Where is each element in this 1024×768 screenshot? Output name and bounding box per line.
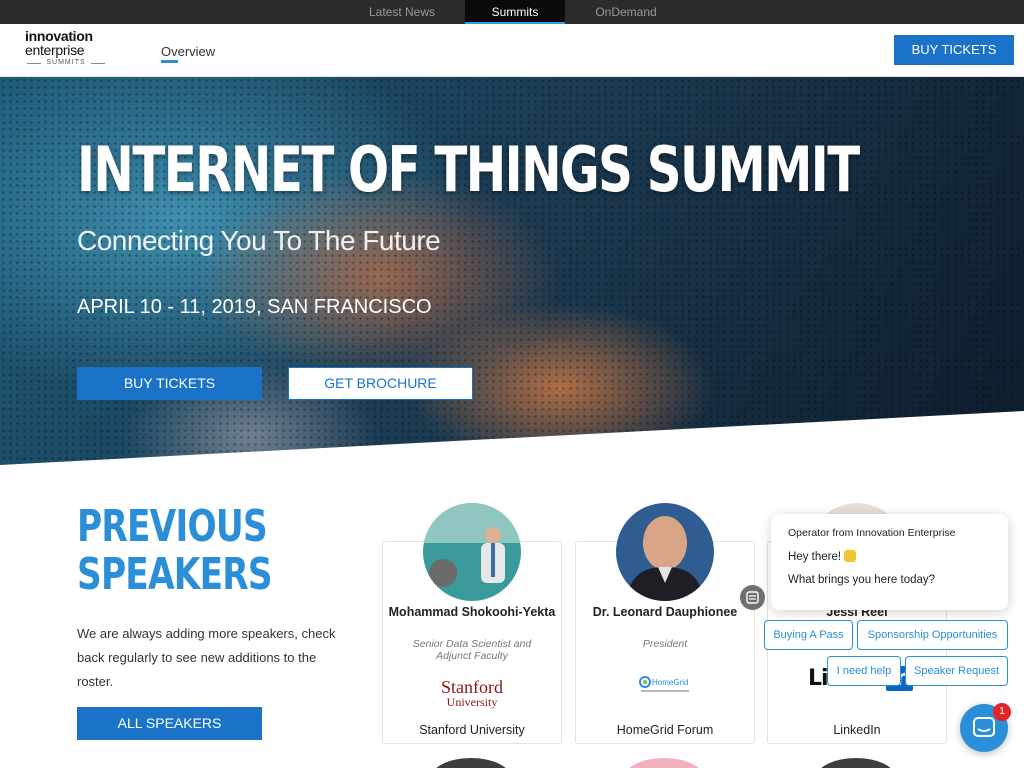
hero-date: APRIL 10 - 11, 2019, SAN FRANCISCO [77,296,432,318]
hero-get-brochure-button[interactable]: GET BROCHURE [288,367,473,400]
chat-greeting-text: Hey there! [788,551,842,563]
homegrid-logo: HomeGrid [639,676,689,692]
topnav-latest-news[interactable]: Latest News [352,0,452,24]
previous-speakers-heading: PREVIOUS SPEAKERS [77,501,273,600]
speaker-name: Mohammad Shokoohi-Yekta [388,605,556,619]
hero-subtitle: Connecting You To The Future [77,225,441,256]
all-speakers-button[interactable]: ALL SPEAKERS [77,707,262,740]
homegrid-logo-text: HomeGrid [652,678,688,687]
chat-message-bubble[interactable]: Operator from Innovation Enterprise Hey … [771,514,1008,610]
stanford-logo: Stanford University [383,678,561,709]
speaker-avatar[interactable] [423,503,521,601]
stanford-logo-subword: University [446,695,498,709]
topnav-ondemand[interactable]: OnDemand [576,0,676,24]
nav-overview-link[interactable]: Overview [161,44,215,59]
speakers-description: We are always adding more speakers, chec… [77,626,336,689]
top-navigation-bar: Latest News Summits OnDemand [0,0,1024,24]
chat-greeting: Hey there! [788,550,857,563]
logo-line-summits: SUMMITS [25,59,107,66]
logo-line-enterprise: enterprise [25,42,85,58]
speaker-avatar-peek[interactable] [431,758,511,768]
speaker-company: Stanford University [419,723,525,737]
stanford-logo-word: Stanford [441,677,503,697]
document-glyph [746,591,759,604]
speaker-name: Dr. Leonard Dauphionee [592,605,738,619]
hero-buy-tickets-button[interactable]: BUY TICKETS [77,367,262,400]
speaker-photo-icon [423,503,521,601]
speaker-photo-icon [616,503,714,601]
speaker-company: HomeGrid Forum [616,723,714,737]
chat-operator-label: Operator from Innovation Enterprise [788,527,956,539]
hero-banner: INTERNET OF THINGS SUMMIT Connecting You… [0,77,1024,465]
site-header: innovation enterprise SUMMITS Overview B… [0,24,1024,77]
quick-reply-buying-a-pass[interactable]: Buying A Pass [764,620,853,650]
speaker-company: LinkedIn [833,723,881,737]
heading-line-previous: PREVIOUS [77,501,268,552]
quick-reply-need-help[interactable]: I need help [827,656,901,686]
speaker-avatar-peek[interactable] [624,758,704,768]
speaker-avatar-peek[interactable] [816,758,896,768]
site-logo[interactable]: innovation enterprise SUMMITS [25,29,107,66]
quick-reply-sponsorship[interactable]: Sponsorship Opportunities [857,620,1008,650]
speaker-role: President [642,638,688,650]
document-icon[interactable] [740,585,765,610]
heading-line-speakers: SPEAKERS [77,549,273,600]
chat-question: What brings you here today? [788,574,936,586]
wave-icon [844,550,857,562]
hero-title: INTERNET OF THINGS SUMMIT [77,133,860,206]
chat-notification-badge: 1 [993,703,1011,721]
header-buy-tickets-button[interactable]: BUY TICKETS [894,35,1014,65]
speaker-role: Senior Data Scientist and Adjunct Facult… [412,638,532,662]
topnav-summits[interactable]: Summits [465,0,565,24]
speaker-avatar[interactable] [616,503,714,601]
quick-reply-speaker-request[interactable]: Speaker Request [905,656,1008,686]
nav-active-underline [161,60,178,63]
